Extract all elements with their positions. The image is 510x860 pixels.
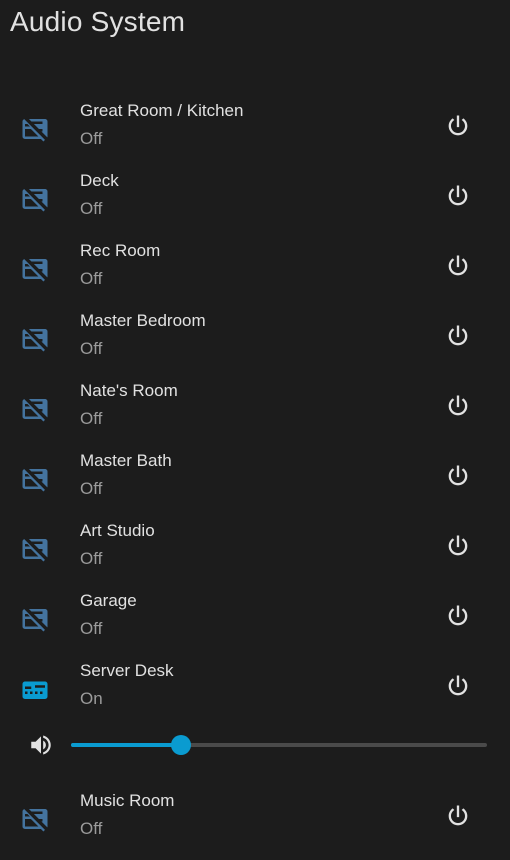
- zone-name: Music Room: [80, 791, 175, 810]
- power-icon[interactable]: [444, 462, 472, 490]
- speaker-off-icon: [22, 539, 48, 562]
- zone-state: Off: [80, 129, 103, 148]
- speaker-off-icon: [22, 189, 48, 212]
- speaker-off-icon: [22, 399, 48, 422]
- zone-row-master-bedroom[interactable]: Master Bedroom Off: [0, 310, 510, 380]
- zone-state: Off: [80, 199, 103, 218]
- speaker-icon: [22, 681, 48, 699]
- volume-slider-fill: [71, 743, 182, 747]
- zone-row-great-room-kitchen[interactable]: Great Room / Kitchen Off: [0, 100, 510, 170]
- power-icon[interactable]: [444, 182, 472, 210]
- zone-name: Master Bedroom: [80, 311, 206, 330]
- zone-state: Off: [80, 619, 103, 638]
- audio-system-card: Audio System Great Room / Kitchen Off De…: [0, 0, 510, 853]
- zone-state: Off: [80, 549, 103, 568]
- zone-row-rec-room[interactable]: Rec Room Off: [0, 240, 510, 310]
- zone-state: Off: [80, 819, 103, 838]
- card-title: Audio System: [10, 6, 186, 37]
- volume-slider-thumb[interactable]: [171, 735, 192, 755]
- zone-row-master-bath[interactable]: Master Bath Off: [0, 450, 510, 520]
- power-icon[interactable]: [444, 112, 472, 140]
- zone-name: Art Studio: [80, 521, 155, 540]
- volume-slider[interactable]: [71, 735, 487, 755]
- zone-name: Deck: [80, 171, 119, 190]
- power-icon[interactable]: [444, 602, 472, 630]
- zone-row-nates-room[interactable]: Nate's Room Off: [0, 380, 510, 450]
- speaker-off-icon: [22, 329, 48, 352]
- speaker-off-icon: [22, 609, 48, 632]
- zone-state: Off: [80, 479, 103, 498]
- zone-name: Great Room / Kitchen: [80, 101, 244, 120]
- zone-row-music-room[interactable]: Music Room Off: [0, 790, 510, 860]
- zone-name: Rec Room: [80, 241, 161, 260]
- volume-row: [0, 724, 510, 764]
- power-icon[interactable]: [444, 392, 472, 420]
- power-icon[interactable]: [444, 532, 472, 560]
- zone-state: Off: [80, 409, 103, 428]
- zone-state: Off: [80, 339, 103, 358]
- volume-high-icon[interactable]: [28, 732, 54, 758]
- speaker-off-icon: [22, 809, 48, 832]
- zone-row-garage[interactable]: Garage Off: [0, 590, 510, 660]
- zone-state: On: [80, 689, 103, 708]
- zone-name: Server Desk: [80, 661, 174, 680]
- zone-name: Garage: [80, 591, 137, 610]
- speaker-off-icon: [22, 259, 48, 282]
- zone-name: Nate's Room: [80, 381, 178, 400]
- power-icon[interactable]: [444, 322, 472, 350]
- power-icon[interactable]: [444, 672, 472, 700]
- zone-name: Master Bath: [80, 451, 172, 470]
- power-icon[interactable]: [444, 252, 472, 280]
- zone-row-server-desk[interactable]: Server Desk On: [0, 660, 510, 730]
- power-icon[interactable]: [444, 802, 472, 830]
- speaker-off-icon: [22, 469, 48, 492]
- speaker-off-icon: [22, 119, 48, 142]
- zone-state: Off: [80, 269, 103, 288]
- zone-row-art-studio[interactable]: Art Studio Off: [0, 520, 510, 590]
- zone-row-deck[interactable]: Deck Off: [0, 170, 510, 240]
